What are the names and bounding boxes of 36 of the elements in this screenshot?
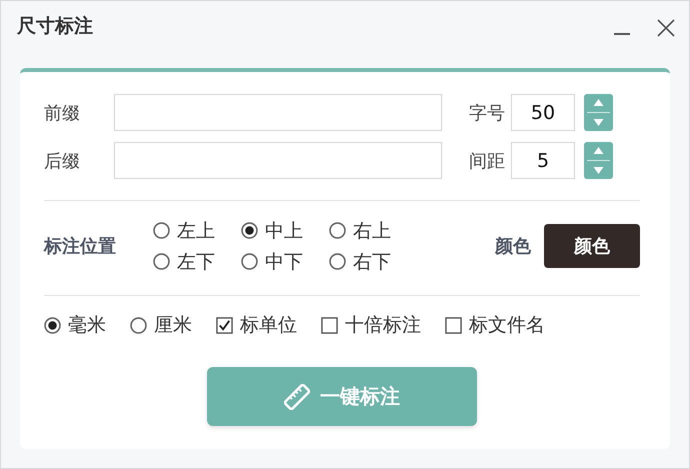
color-label: 颜色 (495, 235, 531, 258)
radio-button[interactable] (44, 316, 61, 334)
input-field[interactable] (114, 94, 442, 131)
field-label: 后缀 (44, 150, 81, 172)
radio-button[interactable] (329, 253, 346, 270)
option-label: 中下 (265, 250, 303, 274)
radio-button[interactable] (130, 316, 147, 334)
option-label: 标单位 (240, 313, 297, 338)
option-label: 左下 (177, 250, 215, 274)
field-label: 前缀 (44, 102, 81, 124)
radio-button[interactable] (329, 222, 346, 239)
color-button[interactable]: 颜色 (544, 224, 640, 268)
option-label: 十倍标注 (345, 313, 421, 338)
radio-button[interactable] (153, 253, 170, 270)
field-label: 间距 (469, 150, 506, 172)
window-title: 尺寸标注 (17, 14, 94, 39)
number-field[interactable]: 5 (511, 142, 575, 179)
radio-button[interactable] (241, 253, 258, 270)
option-label: 右上 (353, 218, 391, 244)
option-label: 右下 (353, 250, 391, 274)
number-field[interactable]: 50 (511, 94, 575, 131)
input-field[interactable] (114, 142, 442, 179)
option-label: 厘米 (154, 313, 192, 338)
option-label: 标文件名 (469, 313, 545, 338)
section-label: 标注位置 (44, 235, 117, 258)
option-label: 中上 (265, 218, 303, 244)
ruler-icon (284, 384, 310, 410)
close-icon[interactable] (657, 19, 675, 37)
checkbox[interactable] (216, 316, 233, 334)
radio-button[interactable] (241, 222, 258, 239)
option-label: 左上 (177, 218, 215, 244)
checkbox[interactable] (445, 316, 462, 334)
field-label: 字号 (469, 102, 506, 124)
checkbox[interactable] (321, 316, 338, 334)
radio-button[interactable] (153, 222, 170, 239)
option-label: 毫米 (68, 313, 106, 338)
